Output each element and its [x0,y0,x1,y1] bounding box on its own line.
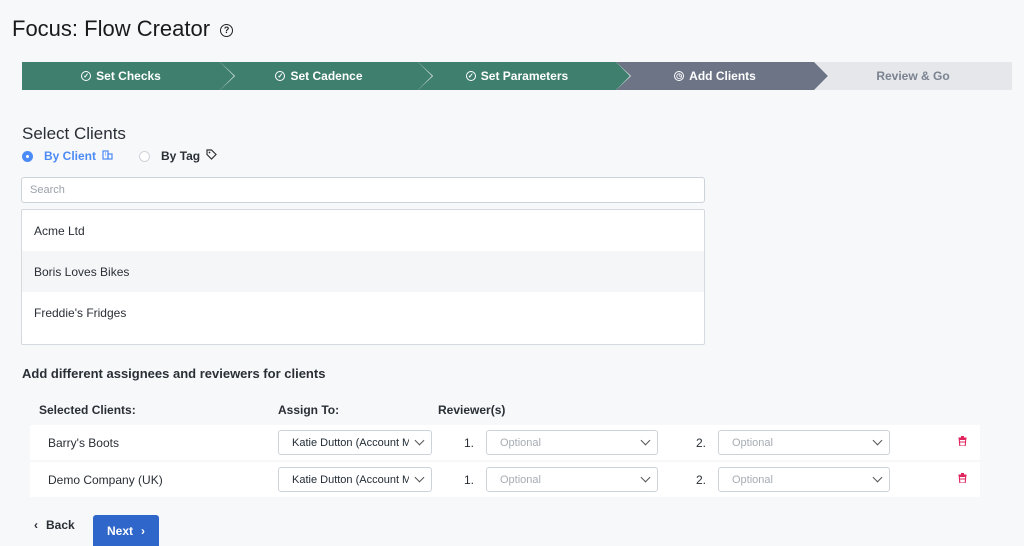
chevron-down-icon [414,472,425,483]
tag-icon [206,149,217,163]
step-set-parameters[interactable]: ✓ Set Parameters [418,62,631,90]
back-button[interactable]: ‹ Back [34,518,75,532]
building-icon [102,149,113,163]
reviewer-2-select[interactable]: Optional [718,430,890,455]
chevron-down-icon [640,472,651,483]
client-list: Acme Ltd Boris Loves Bikes Freddie's Fri… [21,209,705,345]
reviewer-number: 1. [464,473,475,487]
list-item[interactable]: Acme Ltd [22,210,704,251]
next-button[interactable]: Next › [93,515,159,546]
assignees-title: Add different assignees and reviewers fo… [22,366,326,381]
help-icon[interactable]: ? [220,23,234,37]
step-set-cadence[interactable]: ✓ Set Cadence [220,62,433,90]
reviewer-1-select[interactable]: Optional [486,467,658,492]
step-label: Set Checks [96,69,161,83]
chevron-down-icon [872,472,883,483]
chevron-right-icon: › [141,523,145,538]
client-search-input[interactable] [21,177,705,203]
reviewer-number: 1. [464,436,475,450]
step-label: Set Cadence [290,69,363,83]
step-label: Review & Go [876,69,950,83]
clock-icon: ◷ [674,71,685,81]
assign-to-select[interactable]: Katie Dutton (Account Manager) [278,467,432,492]
reviewer-number: 2. [696,436,707,450]
step-label: Add Clients [689,69,756,83]
check-circle-icon: ✓ [81,71,92,81]
reviewer-2-select[interactable]: Optional [718,467,890,492]
list-item[interactable]: Freddie's Fridges [22,292,704,333]
next-label: Next [106,523,133,538]
assign-to-header: Assign To: [278,403,340,417]
trash-icon[interactable] [958,473,967,483]
client-name: Barry's Boots [48,436,119,450]
page-title-text: Focus: Flow Creator [12,16,211,41]
assign-to-select[interactable]: Katie Dutton (Account Manager) [278,430,432,455]
by-tag-label[interactable]: By Tag [161,149,200,163]
by-client-label[interactable]: By Client [44,149,96,163]
step-label: Set Parameters [480,69,569,83]
table-row: Barry's Boots Katie Dutton (Account Mana… [30,425,980,460]
list-item[interactable]: Boris Loves Bikes [22,251,704,292]
reviewer-number: 2. [696,473,707,487]
progress-stepper: ✓ Set Checks ✓ Set Cadence ✓ Set Paramet… [22,62,1012,90]
by-tag-radio[interactable] [139,150,151,162]
check-circle-icon: ✓ [465,71,476,81]
reviewer-1-select[interactable]: Optional [486,430,658,455]
chevron-down-icon [872,435,883,446]
table-row: Demo Company (UK) Katie Dutton (Account … [30,462,980,497]
trash-icon[interactable] [958,436,967,446]
step-add-clients[interactable]: ◷ Add Clients [616,62,829,90]
by-client-radio[interactable] [22,150,33,162]
step-review-go[interactable]: Review & Go [814,62,1012,90]
selected-clients-header: Selected Clients: [39,403,136,417]
step-set-checks[interactable]: ✓ Set Checks [22,62,235,90]
chevron-left-icon: ‹ [34,518,38,532]
reviewers-header: Reviewer(s) [438,403,506,417]
select-clients-title: Select Clients [22,124,126,143]
chevron-down-icon [640,435,651,446]
back-label: Back [46,518,75,532]
chevron-down-icon [414,435,425,446]
check-circle-icon: ✓ [275,71,286,81]
client-name: Demo Company (UK) [48,473,163,487]
select-mode-radio-group: By Client By Tag [22,149,243,163]
page-title: Focus: Flow Creator ? [12,16,234,42]
